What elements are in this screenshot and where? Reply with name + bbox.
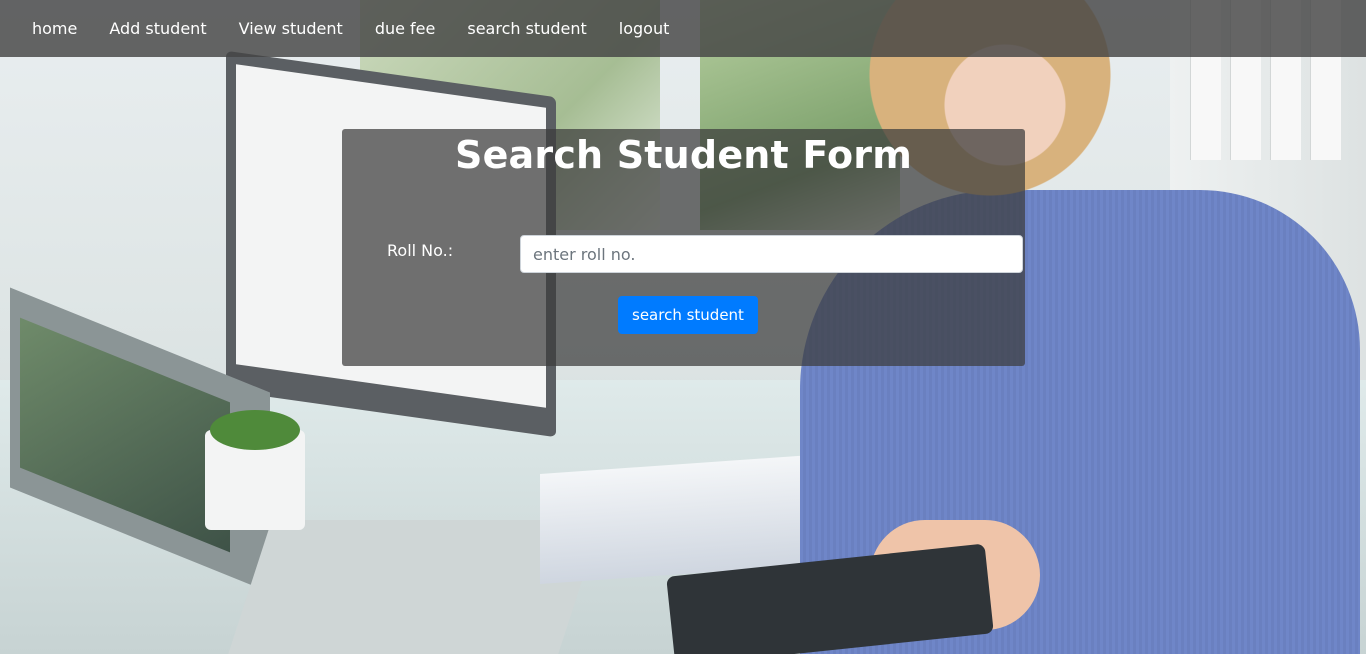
nav-search-student[interactable]: search student	[451, 0, 602, 57]
roll-no-label: Roll No.:	[387, 241, 454, 260]
nav-view-student[interactable]: View student	[223, 0, 359, 57]
roll-no-row: Roll No.:	[342, 235, 1025, 273]
nav-due-fee[interactable]: due fee	[359, 0, 452, 57]
roll-no-input[interactable]	[520, 235, 1023, 273]
nav-add-student[interactable]: Add student	[93, 0, 222, 57]
nav-logout[interactable]: logout	[603, 0, 686, 57]
form-title: Search Student Form	[455, 133, 912, 177]
top-navbar: home Add student View student due fee se…	[0, 0, 1366, 57]
search-student-button[interactable]: search student	[618, 296, 758, 334]
plant-leaves	[210, 410, 300, 450]
nav-home[interactable]: home	[16, 0, 93, 57]
search-form-panel: Search Student Form Roll No.: search stu…	[342, 129, 1025, 366]
